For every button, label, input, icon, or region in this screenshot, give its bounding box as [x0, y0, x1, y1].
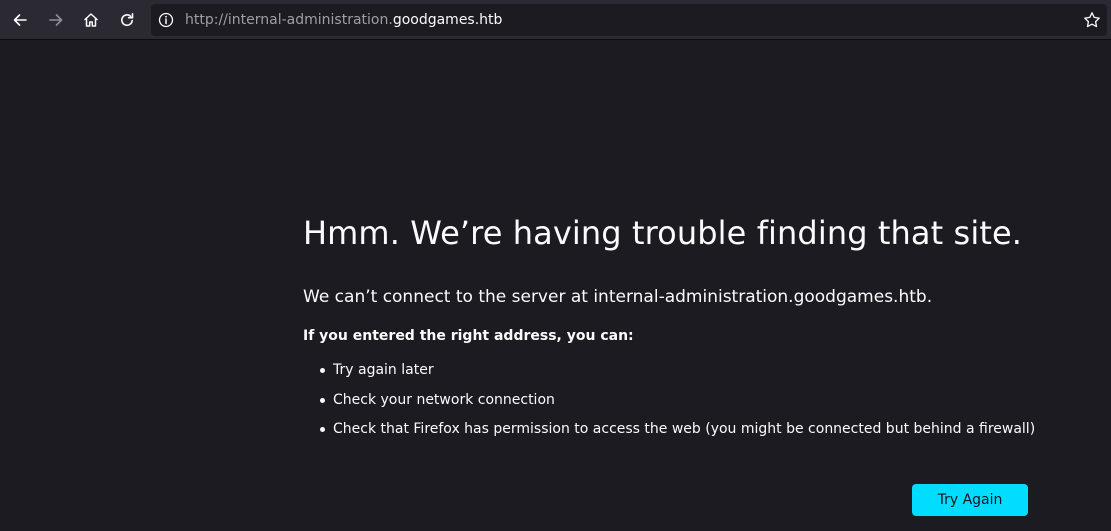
list-item: Try again later [303, 361, 1063, 380]
arrow-left-icon [13, 14, 27, 26]
suggestion-text: Check that Firefox has permission to acc… [333, 421, 1036, 437]
bullet-icon [320, 368, 325, 373]
bullet-icon [320, 397, 325, 403]
browser-toolbar: http://internal-administration.goodgames… [0, 0, 1111, 40]
reload-icon [121, 13, 134, 27]
address-bar[interactable]: http://internal-administration.goodgames… [151, 4, 1107, 36]
reload-button[interactable] [111, 4, 143, 36]
home-icon [84, 13, 98, 27]
error-description: We can’t connect to the server at intern… [303, 287, 933, 307]
suggestions-heading: If you entered the right address, you ca… [303, 328, 634, 344]
error-title: Hmm. We’re having trouble finding that s… [303, 214, 1023, 252]
home-button[interactable] [75, 4, 107, 36]
star-icon[interactable] [1083, 11, 1101, 29]
error-content: Hmm. We’re having trouble finding that s… [303, 213, 1063, 450]
try-again-button[interactable]: Try Again [912, 484, 1028, 516]
url-prefix: http://internal-administration. [185, 12, 393, 28]
forward-button[interactable] [40, 4, 72, 36]
back-button[interactable] [4, 4, 36, 36]
suggestion-text: Try again later [333, 362, 434, 378]
suggestion-text: Check your network connection [333, 391, 555, 408]
info-icon[interactable] [158, 12, 174, 28]
bullet-icon [320, 427, 325, 432]
arrow-right-icon [49, 14, 63, 26]
suggestions-list: Try again later Check your network conne… [303, 361, 1063, 439]
url-domain: goodgames.htb [392, 12, 503, 28]
list-item: Check your network connection [303, 391, 1063, 410]
url-text[interactable]: http://internal-administration.goodgames… [185, 11, 502, 29]
list-item: Check that Firefox has permission to acc… [303, 420, 1063, 439]
